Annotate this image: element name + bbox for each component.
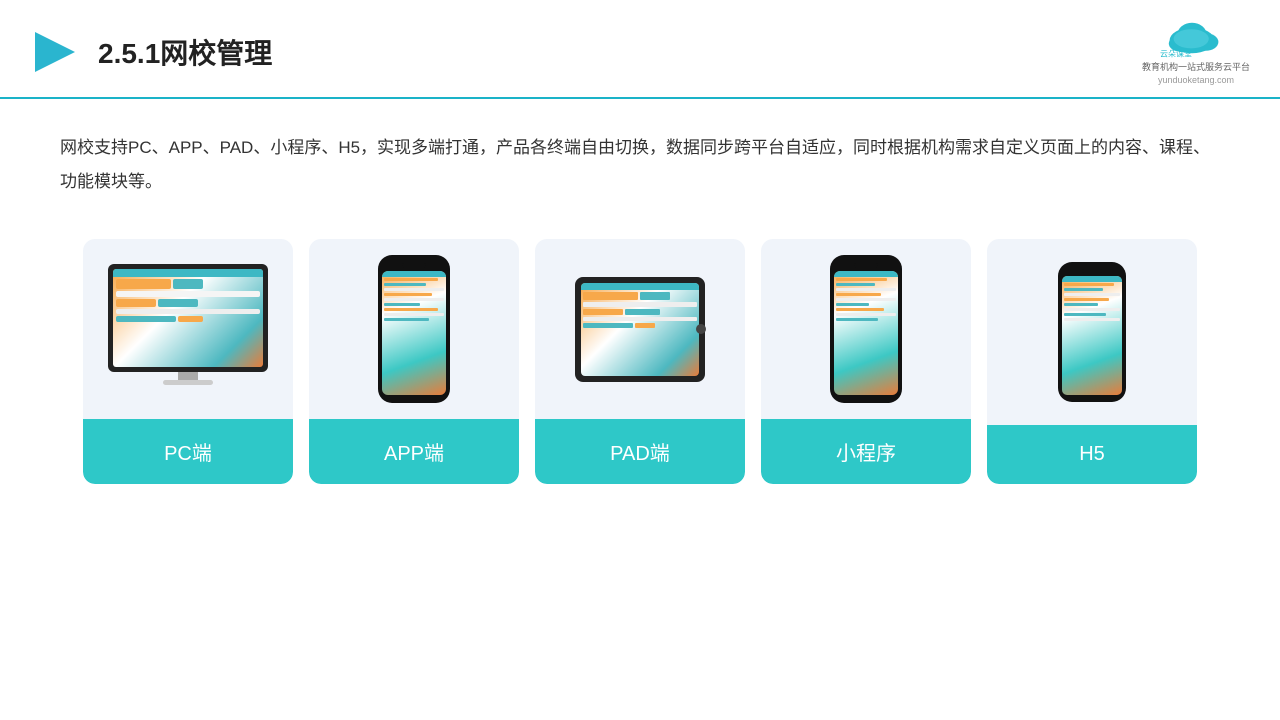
card-h5-label: H5	[987, 425, 1197, 484]
description-text: 网校支持PC、APP、PAD、小程序、H5，实现多端打通，产品各终端自由切换，数…	[0, 99, 1280, 219]
card-pc-label: PC端	[83, 419, 293, 484]
tablet-mockup	[575, 277, 705, 382]
logo-url: yunduoketang.com	[1158, 75, 1234, 85]
card-app-label: APP端	[309, 419, 519, 484]
card-pc: PC端	[83, 239, 293, 484]
phone-h5-mockup	[1058, 262, 1126, 402]
card-miniprogram-image	[761, 239, 971, 419]
page-header: 2.5.1网校管理 云朵课堂 教育机构一站式服务云平台 yunduoketang…	[0, 0, 1280, 99]
device-cards-container: PC端	[0, 219, 1280, 514]
card-h5: H5	[987, 239, 1197, 484]
card-pad-image	[535, 239, 745, 419]
logo-area: 云朵课堂 教育机构一站式服务云平台 yunduoketang.com	[1142, 18, 1250, 85]
svg-text:云朵课堂: 云朵课堂	[1160, 48, 1192, 58]
page-title: 2.5.1网校管理	[98, 32, 272, 72]
card-h5-image	[987, 239, 1197, 425]
logo-subtitle: 教育机构一站式服务云平台	[1142, 60, 1250, 73]
description-content: 网校支持PC、APP、PAD、小程序、H5，实现多端打通，产品各终端自由切换，数…	[60, 138, 1210, 191]
yunduoketang-logo: 云朵课堂	[1156, 18, 1236, 58]
header-left: 2.5.1网校管理	[30, 27, 272, 77]
phone-miniprogram-mockup	[830, 255, 902, 403]
card-pad-label: PAD端	[535, 419, 745, 484]
card-app-image	[309, 239, 519, 419]
card-app: APP端	[309, 239, 519, 484]
card-miniprogram-label: 小程序	[761, 419, 971, 484]
pc-monitor-mockup	[108, 264, 268, 394]
card-miniprogram: 小程序	[761, 239, 971, 484]
phone-app-mockup	[378, 255, 450, 403]
play-icon	[30, 27, 80, 77]
card-pad: PAD端	[535, 239, 745, 484]
card-pc-image	[83, 239, 293, 419]
